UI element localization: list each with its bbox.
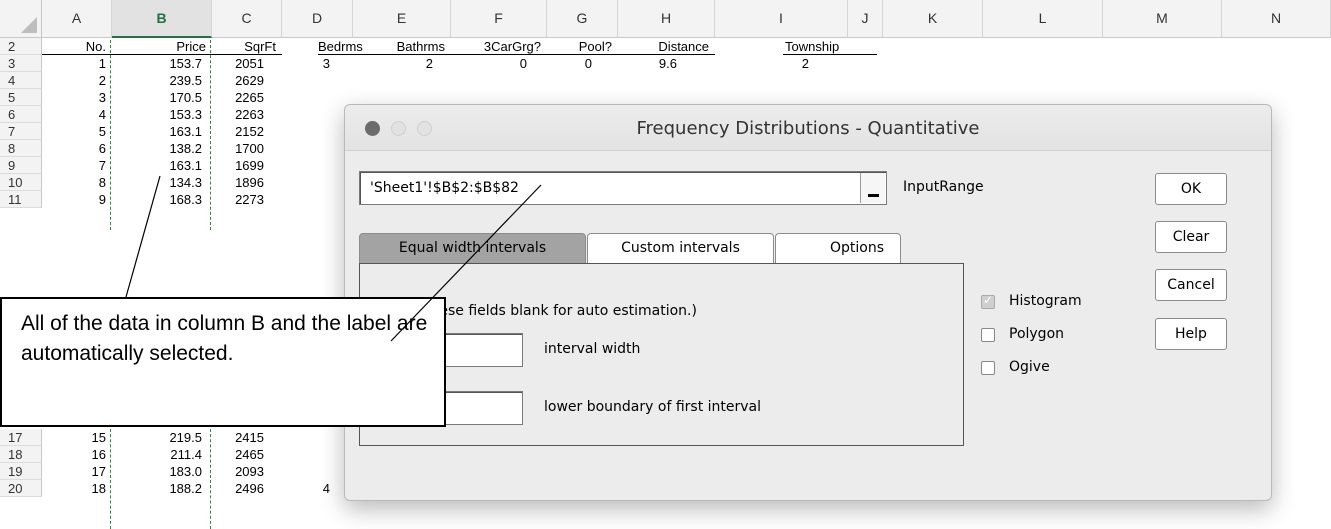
- select-all-corner[interactable]: [0, 0, 42, 38]
- input-range-field[interactable]: 'Sheet1'!$B$2:$B$82: [359, 171, 887, 205]
- auto-estimation-note: these fields blank for auto estimation.): [425, 303, 697, 319]
- table-cell[interactable]: 2273: [184, 191, 264, 208]
- table-cell[interactable]: 1699: [184, 157, 264, 174]
- column-header-c[interactable]: C: [212, 0, 282, 38]
- column-header-n[interactable]: N: [1222, 0, 1331, 38]
- column-header-e[interactable]: E: [353, 0, 451, 38]
- column-header-l[interactable]: L: [983, 0, 1103, 38]
- header-cell[interactable]: Distance: [618, 38, 715, 55]
- table-cell[interactable]: 0: [512, 55, 592, 72]
- header-cell[interactable]: Township: [783, 38, 877, 55]
- column-header-j[interactable]: J: [848, 0, 883, 38]
- column-header-g[interactable]: G: [547, 0, 618, 38]
- table-cell[interactable]: 2629: [184, 72, 264, 89]
- polygon-checkbox[interactable]: [981, 328, 995, 342]
- header-cell[interactable]: Pool?: [547, 38, 618, 55]
- table-cell[interactable]: 9: [26, 191, 106, 208]
- row-header-2[interactable]: 2: [0, 38, 42, 55]
- table-cell[interactable]: 9.6: [597, 55, 677, 72]
- annotation-callout: All of the data in column B and the labe…: [0, 297, 446, 427]
- collapse-range-icon[interactable]: [860, 173, 885, 203]
- selection-marquee: [210, 40, 211, 230]
- selection-marquee: [110, 429, 111, 529]
- histogram-checkbox[interactable]: [981, 293, 995, 309]
- header-cell[interactable]: SqrFt: [212, 38, 282, 55]
- table-cell[interactable]: 2152: [184, 123, 264, 140]
- column-header-f[interactable]: F: [451, 0, 547, 38]
- table-cell[interactable]: 3: [26, 89, 106, 106]
- column-header-m[interactable]: M: [1103, 0, 1222, 38]
- callout-text: All of the data in column B and the labe…: [21, 312, 428, 365]
- cancel-button[interactable]: Cancel: [1155, 269, 1227, 301]
- table-cell[interactable]: 1896: [184, 174, 264, 191]
- dialog-title: Frequency Distributions - Quantitative: [636, 118, 980, 139]
- lower-boundary-label: lower boundary of first interval: [544, 399, 762, 415]
- histogram-label: Histogram: [1009, 293, 1082, 309]
- tab-options[interactable]: Options: [775, 233, 901, 264]
- column-header-k[interactable]: K: [883, 0, 983, 38]
- clear-button[interactable]: Clear: [1155, 221, 1227, 253]
- table-cell[interactable]: 5: [26, 123, 106, 140]
- ogive-label: Ogive: [1009, 359, 1050, 375]
- column-header-a[interactable]: A: [42, 0, 112, 38]
- table-cell[interactable]: 2263: [184, 106, 264, 123]
- polygon-label: Polygon: [1009, 326, 1065, 342]
- header-cell[interactable]: 3CarGrg?: [451, 38, 547, 55]
- table-cell[interactable]: 4: [26, 106, 106, 123]
- input-range-label: InputRange: [903, 179, 984, 195]
- tab-custom-intervals[interactable]: Custom intervals: [587, 233, 774, 264]
- table-cell[interactable]: 18: [26, 480, 106, 497]
- selection-marquee: [110, 40, 111, 230]
- frequency-distributions-dialog: Frequency Distributions - Quantitative '…: [344, 104, 1272, 501]
- tab-equal-width-intervals[interactable]: Equal width intervals: [359, 233, 586, 264]
- table-cell[interactable]: 4: [250, 480, 330, 497]
- table-cell[interactable]: 2: [353, 55, 433, 72]
- interval-width-label: interval width: [544, 341, 641, 357]
- column-header-h[interactable]: H: [618, 0, 715, 38]
- help-button[interactable]: Help: [1155, 318, 1227, 350]
- column-header-i[interactable]: I: [715, 0, 848, 38]
- table-cell[interactable]: 2: [729, 55, 809, 72]
- table-cell[interactable]: 16: [26, 446, 106, 463]
- table-cell[interactable]: 1700: [184, 140, 264, 157]
- ok-button[interactable]: OK: [1155, 173, 1227, 205]
- header-cell[interactable]: Bathrms: [353, 38, 451, 55]
- header-cell[interactable]: No.: [42, 38, 112, 55]
- table-cell[interactable]: 3: [250, 55, 330, 72]
- table-cell[interactable]: 6: [26, 140, 106, 157]
- header-cell[interactable]: Price: [112, 38, 212, 55]
- dialog-titlebar[interactable]: Frequency Distributions - Quantitative: [345, 105, 1271, 151]
- table-cell[interactable]: 2: [26, 72, 106, 89]
- selection-marquee: [210, 429, 211, 529]
- table-cell[interactable]: 2415: [184, 429, 264, 446]
- table-cell[interactable]: 17: [26, 463, 106, 480]
- table-cell[interactable]: 1: [26, 55, 106, 72]
- table-cell[interactable]: 2265: [184, 89, 264, 106]
- table-cell[interactable]: 2093: [184, 463, 264, 480]
- table-cell[interactable]: 15: [26, 429, 106, 446]
- table-cell[interactable]: 8: [26, 174, 106, 191]
- ogive-checkbox[interactable]: [981, 361, 995, 375]
- table-cell[interactable]: 7: [26, 157, 106, 174]
- table-cell[interactable]: 2465: [184, 446, 264, 463]
- column-header-d[interactable]: D: [282, 0, 353, 38]
- column-header-b[interactable]: B: [112, 0, 212, 38]
